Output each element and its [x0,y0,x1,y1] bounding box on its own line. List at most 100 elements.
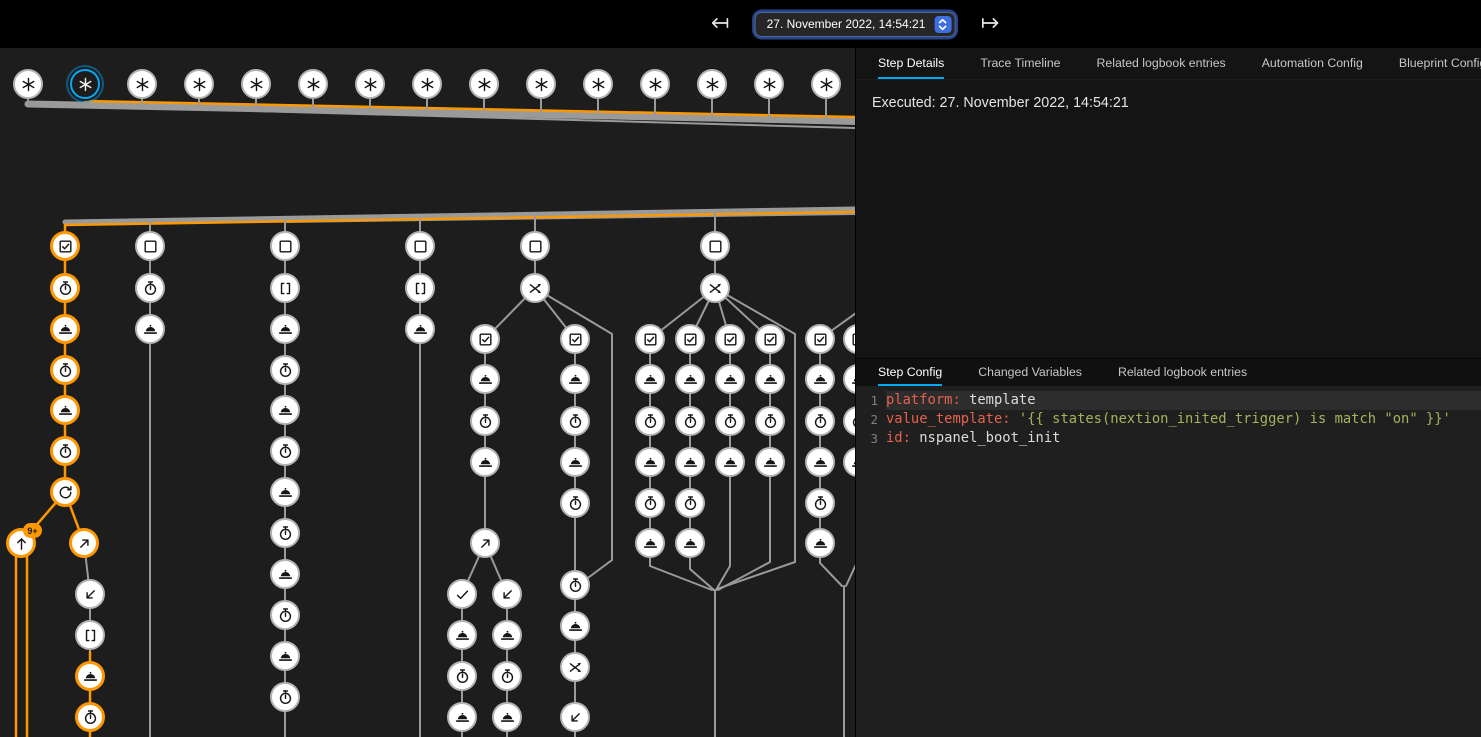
tab-step-details[interactable]: Step Details [878,48,944,79]
delay-node[interactable] [270,682,300,712]
service-call-node[interactable] [805,447,835,477]
tab-changed-variables[interactable]: Changed Variables [978,359,1082,386]
service-call-node[interactable] [635,528,665,558]
condition-node[interactable] [50,231,80,261]
service-call-node[interactable] [270,559,300,589]
next-trace-button[interactable] [978,12,1002,36]
code-line-1[interactable]: 1platform: template [856,391,1481,410]
trigger-node[interactable] [469,69,499,99]
repeat-node[interactable] [50,477,80,507]
condition-node[interactable] [635,324,665,354]
trigger-node[interactable] [70,69,100,99]
template-node[interactable] [270,273,300,303]
service-call-node[interactable] [447,620,477,650]
condition-node[interactable] [135,231,165,261]
condition-node[interactable] [715,324,745,354]
service-call-node[interactable] [755,447,785,477]
trigger-node[interactable] [355,69,385,99]
trigger-node[interactable] [640,69,670,99]
delay-node[interactable] [50,436,80,466]
delay-node[interactable] [270,436,300,466]
service-call-node[interactable] [75,661,105,691]
trigger-node[interactable] [754,69,784,99]
condition-node[interactable] [520,231,550,261]
option-node[interactable] [470,528,500,558]
service-call-node[interactable] [675,447,705,477]
service-call-node[interactable] [470,364,500,394]
trigger-node[interactable] [13,69,43,99]
option-node[interactable] [75,579,105,609]
delay-node[interactable] [560,570,590,600]
template-node[interactable] [405,273,435,303]
delay-node[interactable] [635,406,665,436]
service-call-node[interactable] [270,314,300,344]
delay-node[interactable] [560,488,590,518]
service-call-node[interactable] [715,447,745,477]
loop-iterations-node[interactable]: 9+ [6,528,36,558]
service-call-node[interactable] [50,395,80,425]
trigger-node[interactable] [184,69,214,99]
service-call-node[interactable] [715,364,745,394]
service-call-node[interactable] [492,620,522,650]
service-call-node[interactable] [755,364,785,394]
delay-node[interactable] [270,355,300,385]
delay-node[interactable] [470,406,500,436]
service-call-node[interactable] [675,364,705,394]
delay-node[interactable] [560,406,590,436]
tab-related-logbook-entries[interactable]: Related logbook entries [1118,359,1247,386]
trigger-node[interactable] [127,69,157,99]
delay-node[interactable] [135,273,165,303]
tab-related-logbook-entries[interactable]: Related logbook entries [1097,48,1226,79]
delay-node[interactable] [50,273,80,303]
service-call-node[interactable] [805,364,835,394]
service-call-node[interactable] [470,447,500,477]
parallel-node[interactable] [520,273,550,303]
tab-automation-config[interactable]: Automation Config [1262,48,1363,79]
delay-node[interactable] [492,661,522,691]
option-node[interactable] [560,702,590,732]
condition-node[interactable] [805,324,835,354]
delay-node[interactable] [675,488,705,518]
delay-node[interactable] [805,488,835,518]
service-call-node[interactable] [675,528,705,558]
trigger-node[interactable] [298,69,328,99]
condition-node[interactable] [270,231,300,261]
delay-node[interactable] [675,406,705,436]
service-call-node[interactable] [270,477,300,507]
condition-node[interactable] [405,231,435,261]
service-call-node[interactable] [635,364,665,394]
service-call-node[interactable] [560,447,590,477]
template-node[interactable] [75,620,105,650]
condition-node[interactable] [470,324,500,354]
delay-node[interactable] [270,600,300,630]
tab-blueprint-config[interactable]: Blueprint Config [1399,48,1481,79]
service-call-node[interactable] [270,395,300,425]
trigger-node[interactable] [412,69,442,99]
delay-node[interactable] [270,518,300,548]
option-node[interactable] [447,579,477,609]
service-call-node[interactable] [447,702,477,732]
trigger-node[interactable] [241,69,271,99]
tab-step-config[interactable]: Step Config [878,359,942,386]
code-line-3[interactable]: 3id: nspanel_boot_init [856,429,1481,448]
service-call-node[interactable] [805,528,835,558]
trigger-node[interactable] [697,69,727,99]
code-line-2[interactable]: 2value_template: '{{ states(nextion_init… [856,410,1481,429]
service-call-node[interactable] [560,364,590,394]
service-call-node[interactable] [492,702,522,732]
trigger-node[interactable] [583,69,613,99]
service-call-node[interactable] [560,611,590,641]
previous-trace-button[interactable] [708,12,732,36]
trigger-node[interactable] [811,69,841,99]
service-call-node[interactable] [405,314,435,344]
parallel-node[interactable] [700,273,730,303]
delay-node[interactable] [447,661,477,691]
service-call-node[interactable] [135,314,165,344]
condition-node[interactable] [560,324,590,354]
trace-date-picker[interactable]: 27. November 2022, 14:54:21 [756,13,955,36]
parallel-node[interactable] [560,652,590,682]
service-call-node[interactable] [50,314,80,344]
delay-node[interactable] [75,702,105,732]
delay-node[interactable] [635,488,665,518]
delay-node[interactable] [715,406,745,436]
